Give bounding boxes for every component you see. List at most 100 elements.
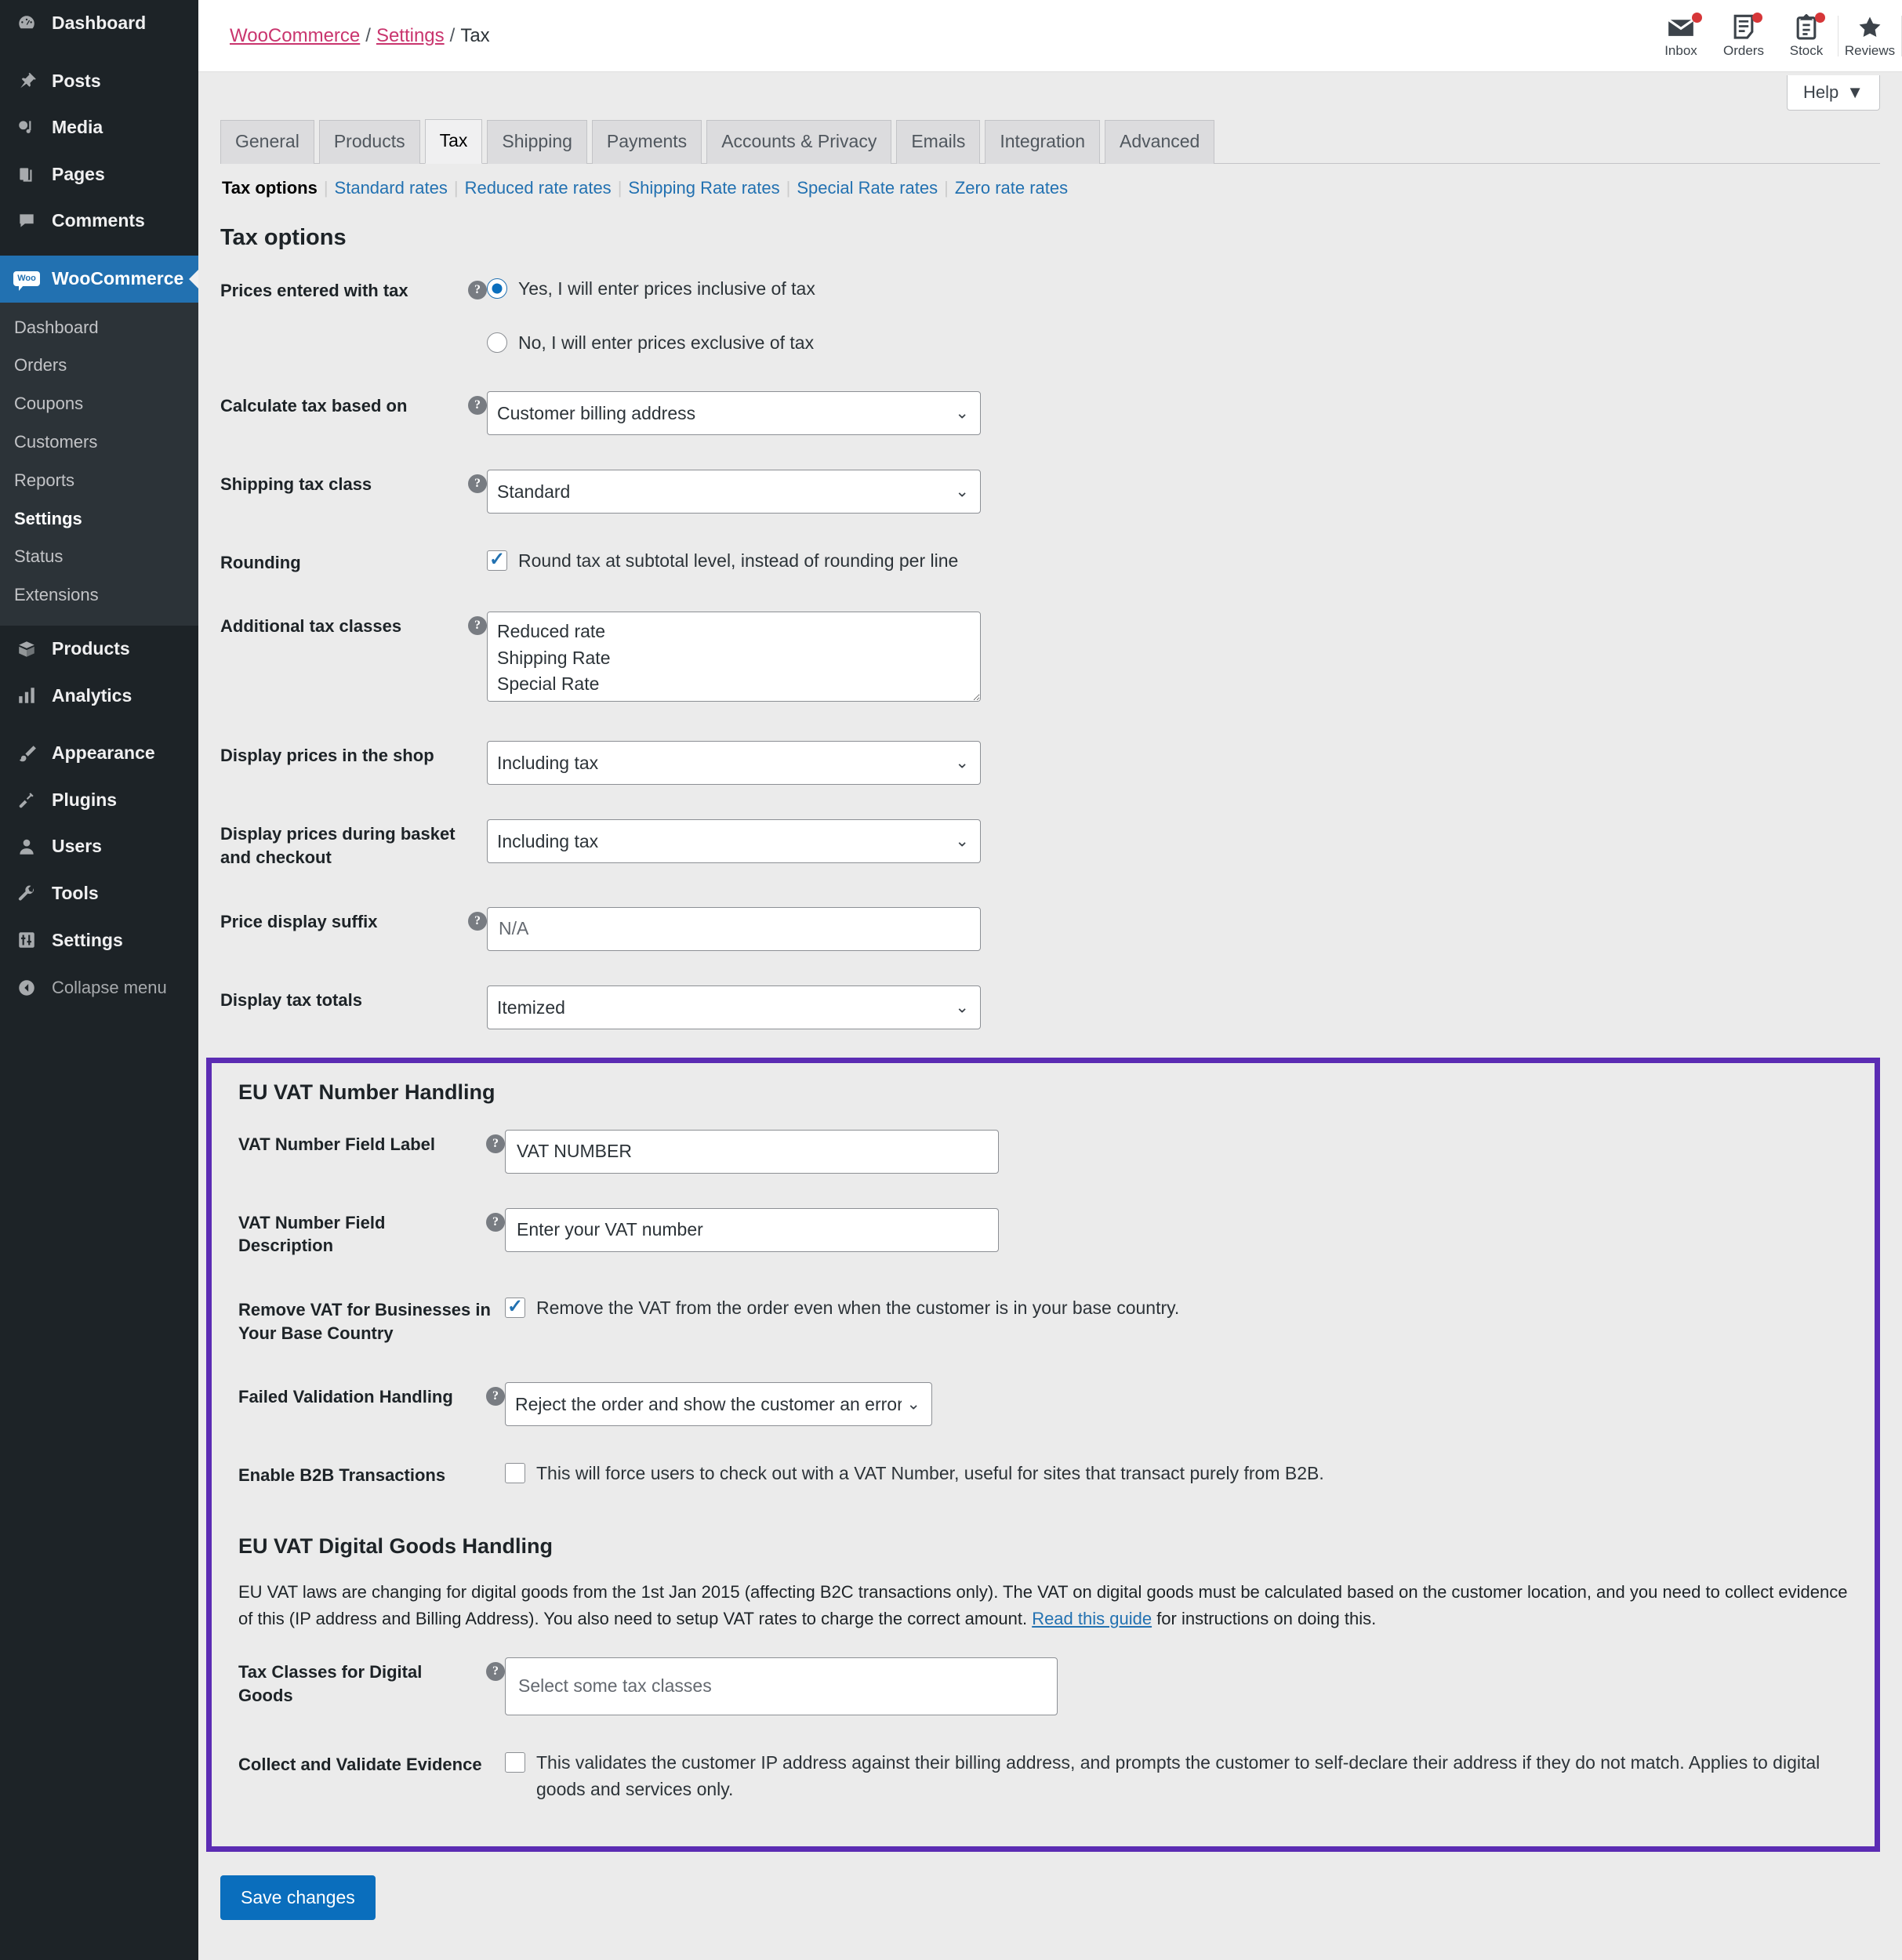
sidebar-subitem-status[interactable]: Status (0, 538, 198, 576)
tab-integration[interactable]: Integration (985, 120, 1101, 164)
vat-number-field-label-input[interactable] (505, 1129, 999, 1174)
subnav-special-rate-rates[interactable]: Special Rate rates (797, 178, 938, 198)
box-icon (14, 639, 39, 659)
help-tip-icon[interactable]: ? (468, 474, 487, 493)
sidebar-subitem-reports[interactable]: Reports (0, 462, 198, 500)
checkbox-indicator (505, 1463, 525, 1484)
radio-prices-inclusive[interactable]: Yes, I will enter prices inclusive of ta… (487, 276, 1880, 302)
label-vat-number-field-description: VAT Number Field Description ? (238, 1191, 505, 1278)
subnav-shipping-rate-rates[interactable]: Shipping Rate rates (628, 178, 779, 198)
sidebar-item-appearance[interactable]: Appearance (0, 730, 198, 777)
eu-vat-heading: EU VAT Number Handling (238, 1080, 495, 1104)
sidebar-item-comments[interactable]: Comments (0, 198, 198, 245)
display-prices-checkout-select[interactable]: Including tax (487, 819, 981, 864)
save-changes-button[interactable]: Save changes (220, 1875, 376, 1920)
submenu-label: Customers (14, 431, 98, 452)
row-remove-vat-base-country: Remove VAT for Businesses in Your Base C… (238, 1278, 1848, 1365)
sidebar-item-analytics[interactable]: Analytics (0, 673, 198, 720)
row-price-display-suffix: Price display suffix ? (220, 890, 1880, 968)
row-display-tax-totals: Display tax totals Itemized ⌄ (220, 968, 1880, 1047)
subnav-reduced-rate-rates[interactable]: Reduced rate rates (465, 178, 612, 198)
tab-general[interactable]: General (220, 120, 314, 164)
row-display-prices-checkout: Display prices during basket and checkou… (220, 802, 1880, 889)
checkbox-collect-validate-evidence[interactable]: This validates the customer IP address a… (505, 1750, 1848, 1802)
vat-number-field-description-input[interactable] (505, 1207, 999, 1252)
help-row: Help ▼ (198, 72, 1902, 119)
checkbox-rounding[interactable]: Round tax at subtotal level, instead of … (487, 548, 1880, 574)
tab-products[interactable]: Products (318, 120, 420, 164)
row-enable-b2b-transactions: Enable B2B Transactions This will force … (238, 1443, 1848, 1508)
additional-tax-classes-textarea[interactable]: Reduced rate Shipping Rate Special Rate (487, 612, 981, 702)
read-this-guide-link[interactable]: Read this guide (1032, 1609, 1152, 1628)
sidebar-item-settings[interactable]: Settings (0, 917, 198, 964)
field-label: VAT Number Field Description (238, 1212, 386, 1256)
sidebar-item-users[interactable]: Users (0, 823, 198, 870)
radio-prices-exclusive[interactable]: No, I will enter prices exclusive of tax (487, 330, 1880, 356)
subnav-separator: | (786, 177, 791, 198)
sidebar-item-pages[interactable]: Pages (0, 151, 198, 198)
subnav-separator: | (944, 177, 949, 198)
sidebar-subitem-orders[interactable]: Orders (0, 347, 198, 385)
sidebar-item-woocommerce[interactable]: Woo WooCommerce (0, 255, 198, 303)
display-tax-totals-select[interactable]: Itemized (487, 985, 981, 1029)
subnav-standard-rates[interactable]: Standard rates (335, 178, 448, 198)
tab-advanced[interactable]: Advanced (1105, 120, 1215, 164)
label-enable-b2b-transactions: Enable B2B Transactions (238, 1443, 505, 1508)
tab-shipping[interactable]: Shipping (487, 120, 587, 164)
field-enable-b2b-transactions: This will force users to check out with … (505, 1443, 1848, 1508)
sidebar-item-plugins[interactable]: Plugins (0, 777, 198, 824)
sidebar-item-media[interactable]: Media (0, 104, 198, 151)
tab-payments[interactable]: Payments (591, 120, 702, 164)
sidebar-subitem-coupons[interactable]: Coupons (0, 385, 198, 423)
field-label: Tax Classes for Digital Goods (238, 1662, 423, 1705)
field-label: VAT Number Field Label (238, 1134, 435, 1154)
price-display-suffix-input[interactable] (487, 906, 981, 951)
sidebar-subitem-dashboard[interactable]: Dashboard (0, 309, 198, 347)
collapse-menu-button[interactable]: Collapse menu (0, 964, 198, 1012)
tab-tax[interactable]: Tax (424, 119, 483, 164)
calculate-tax-based-on-select[interactable]: Customer billing address (487, 390, 981, 435)
select-wrapper: Standard ⌄ (487, 469, 981, 514)
display-prices-shop-select[interactable]: Including tax (487, 741, 981, 786)
tab-emails[interactable]: Emails (896, 120, 981, 164)
header-reviews-button[interactable]: Reviews (1838, 13, 1901, 59)
header-orders-button[interactable]: Orders (1712, 13, 1775, 59)
help-tip-icon[interactable]: ? (468, 395, 487, 415)
help-tip-icon[interactable]: ? (468, 911, 487, 931)
checkbox-enable-b2b-transactions[interactable]: This will force users to check out with … (505, 1461, 1848, 1486)
sidebar-subitem-settings[interactable]: Settings (0, 500, 198, 539)
help-tip-icon[interactable]: ? (468, 616, 487, 636)
help-tip-icon[interactable]: ? (486, 1134, 505, 1153)
sidebar-item-products[interactable]: Products (0, 626, 198, 673)
subnav-zero-rate-rates[interactable]: Zero rate rates (955, 178, 1068, 198)
help-tip-icon[interactable]: ? (486, 1387, 505, 1406)
sidebar-item-label: Pages (52, 163, 105, 184)
sidebar-item-dashboard[interactable]: Dashboard (0, 0, 198, 47)
failed-validation-handling-select[interactable]: Reject the order and show the customer a… (505, 1382, 932, 1427)
help-tip-icon[interactable]: ? (468, 280, 487, 299)
sidebar-item-label: Analytics (52, 684, 132, 706)
breadcrumb-link-settings[interactable]: Settings (376, 25, 445, 46)
header-stock-button[interactable]: Stock (1775, 13, 1838, 59)
sidebar-subitem-extensions[interactable]: Extensions (0, 576, 198, 615)
breadcrumb-link-woocommerce[interactable]: WooCommerce (230, 25, 360, 46)
shipping-tax-class-select[interactable]: Standard (487, 469, 981, 514)
tab-accounts-privacy[interactable]: Accounts & Privacy (706, 120, 892, 164)
tax-classes-digital-goods-select[interactable]: Select some tax classes (505, 1657, 1058, 1716)
sidebar-divider (0, 47, 198, 58)
help-button[interactable]: Help ▼ (1786, 75, 1880, 111)
sidebar-item-tools[interactable]: Tools (0, 870, 198, 917)
field-display-prices-checkout: Including tax ⌄ (487, 802, 1880, 889)
checkbox-remove-vat-base-country[interactable]: Remove the VAT from the order even when … (505, 1295, 1848, 1321)
sidebar-subitem-customers[interactable]: Customers (0, 423, 198, 462)
subnav-tax-options[interactable]: Tax options (222, 178, 318, 198)
woo-badge-label: Woo (13, 271, 40, 292)
header-icon-label: Inbox (1664, 43, 1697, 58)
sidebar-item-posts[interactable]: Posts (0, 58, 198, 105)
submenu-label: Orders (14, 355, 67, 376)
header-icon-label: Stock (1789, 43, 1824, 58)
header-inbox-button[interactable]: Inbox (1650, 13, 1712, 59)
help-tip-icon[interactable]: ? (486, 1212, 505, 1232)
checkbox-label: Round tax at subtotal level, instead of … (518, 550, 959, 571)
help-tip-icon[interactable]: ? (486, 1662, 505, 1682)
